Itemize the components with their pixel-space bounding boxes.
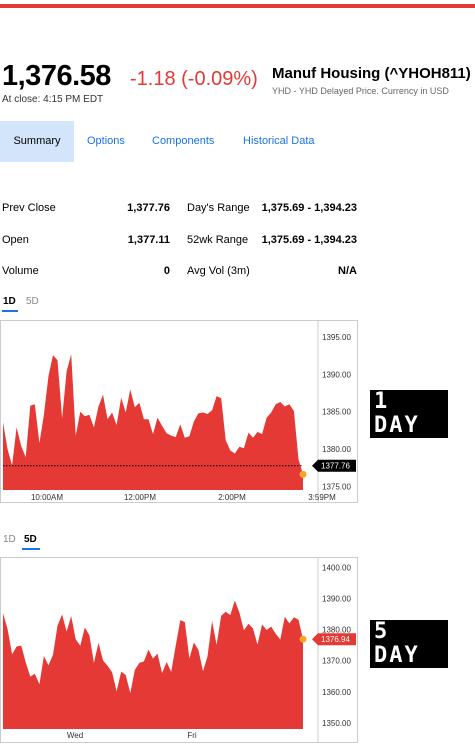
x-tick-label: 2:00PM bbox=[218, 493, 246, 502]
price-change: -1.18 (-0.09%) bbox=[130, 68, 258, 90]
tab-options[interactable]: Options bbox=[87, 121, 125, 162]
tab-historical-data[interactable]: Historical Data bbox=[243, 121, 315, 162]
x-tick-label: 12:00PM bbox=[124, 493, 156, 502]
y-tick-label: 1385.00 bbox=[322, 408, 351, 417]
one-day-badge: 1 DAY bbox=[370, 390, 448, 438]
last-price-dot bbox=[299, 470, 307, 478]
chart1-range-1d[interactable]: 1D bbox=[3, 296, 16, 307]
y-tick-label: 1380.00 bbox=[322, 445, 351, 454]
52wk-range-value: 1,375.69 - 1,394.23 bbox=[261, 234, 357, 246]
chart-5d[interactable]: 1400.001390.001380.001370.001360.001350.… bbox=[0, 557, 362, 746]
tab-summary[interactable]: Summary bbox=[0, 121, 74, 162]
chart-1d[interactable]: 1395.00 1390.00 1385.00 1380.00 1375.00 10:00… bbox=[0, 320, 362, 504]
chart2-range-5d[interactable]: 5D bbox=[24, 534, 37, 545]
y-tick-label: 1370.00 bbox=[322, 657, 351, 666]
days-range-value: 1,375.69 - 1,394.23 bbox=[261, 202, 357, 214]
chart1-range-underline bbox=[2, 310, 18, 312]
volume-value: 0 bbox=[163, 265, 170, 277]
open-label: Open bbox=[2, 234, 29, 246]
chart2-range-1d[interactable]: 1D bbox=[3, 534, 16, 545]
days-range-label: Day's Range bbox=[187, 202, 250, 214]
prev-close-value: 1,377.76 bbox=[127, 202, 170, 214]
prev-close-label: Prev Close bbox=[2, 202, 56, 214]
x-tick-label: Wed bbox=[67, 731, 83, 740]
price-label: 1376.94 bbox=[321, 635, 350, 644]
open-value: 1,377.11 bbox=[127, 234, 170, 246]
y-tick-label: 1400.00 bbox=[322, 564, 351, 573]
y-tick-label: 1350.00 bbox=[322, 719, 351, 728]
x-tick-label: Fri bbox=[187, 731, 197, 740]
x-tick-label: 10:00AM bbox=[31, 493, 63, 502]
price-area bbox=[3, 354, 303, 490]
last-price-dot bbox=[299, 635, 307, 643]
instrument-subtitle: YHD - YHD Delayed Price. Currency in USD bbox=[272, 86, 449, 96]
avg-vol-value: N/A bbox=[338, 265, 357, 277]
price-area bbox=[3, 600, 303, 729]
y-tick-label: 1375.00 bbox=[322, 482, 351, 491]
reference-label: 1377.76 bbox=[321, 462, 350, 471]
y-tick-label: 1360.00 bbox=[322, 688, 351, 697]
52wk-range-label: 52wk Range bbox=[187, 234, 249, 246]
current-price: 1,376.58 bbox=[2, 60, 111, 92]
chart1-range-5d[interactable]: 5D bbox=[26, 296, 39, 307]
instrument-name: Manuf Housing (^YHOH811) bbox=[272, 65, 471, 82]
y-tick-label: 1390.00 bbox=[322, 370, 351, 379]
x-tick-label: 3:59PM bbox=[308, 493, 336, 502]
close-time: At close: 4:15 PM EDT bbox=[2, 94, 104, 105]
tab-components[interactable]: Components bbox=[152, 121, 214, 162]
five-day-badge: 5 DAY bbox=[370, 620, 448, 668]
y-tick-label: 1390.00 bbox=[322, 595, 351, 604]
y-tick-label: 1395.00 bbox=[322, 333, 351, 342]
top-accent-bar bbox=[0, 4, 475, 8]
volume-label: Volume bbox=[2, 265, 39, 277]
avg-vol-label: Avg Vol (3m) bbox=[187, 265, 250, 277]
chart2-range-underline bbox=[22, 548, 40, 550]
